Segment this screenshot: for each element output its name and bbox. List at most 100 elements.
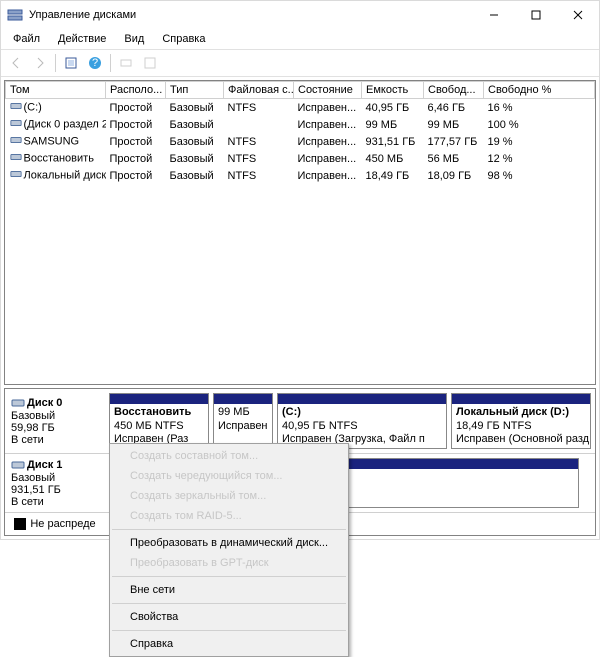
partition-bar (278, 394, 446, 404)
partition-title: (C:) (282, 406, 442, 419)
col-status[interactable]: Состояние (294, 82, 362, 99)
partition[interactable]: (C:)40,95 ГБ NTFSИсправен (Загрузка, Фай… (277, 393, 447, 449)
volumes-list[interactable]: Том Располо... Тип Файловая с... Состоян… (4, 80, 596, 385)
volume-capacity: 18,49 ГБ (362, 167, 424, 184)
volume-row[interactable]: (C:)ПростойБазовыйNTFSИсправен...40,95 Г… (6, 99, 595, 117)
context-menu-item[interactable]: Вне сети (110, 580, 348, 600)
volume-status: Исправен... (294, 150, 362, 167)
menu-action[interactable]: Действие (50, 31, 114, 47)
context-menu[interactable]: Создать составной том...Создать чередующ… (109, 443, 349, 657)
help-button[interactable]: ? (84, 52, 106, 74)
toolbar: ? (1, 49, 599, 77)
volume-free: 6,46 ГБ (424, 99, 484, 117)
col-fs[interactable]: Файловая с... (224, 82, 294, 99)
disk-management-window: Управление дисками Файл Действие Вид Спр… (0, 0, 600, 540)
volume-free: 177,57 ГБ (424, 133, 484, 150)
back-button (5, 52, 27, 74)
window-title: Управление дисками (29, 9, 473, 21)
disk-label[interactable]: Диск 1Базовый931,51 ГБВ сети (5, 454, 105, 512)
toolbar-sep (110, 54, 111, 72)
volume-layout: Простой (106, 116, 166, 133)
disk-status: В сети (11, 434, 99, 446)
volume-freepct: 12 % (484, 150, 595, 167)
volume-name: Локальный диск (... (24, 169, 106, 181)
partition[interactable]: Локальный диск (D:)18,49 ГБ NTFSИсправен… (451, 393, 591, 449)
volume-capacity: 99 МБ (362, 116, 424, 133)
legend-unallocated: Не распреде (30, 518, 95, 530)
volume-icon (10, 151, 22, 166)
volume-name: (C:) (24, 101, 42, 113)
col-free[interactable]: Свобод... (424, 82, 484, 99)
volume-fs: NTFS (224, 150, 294, 167)
partition-bar (110, 394, 208, 404)
partition[interactable]: Восстановить450 МБ NTFSИсправен (Раз (109, 393, 209, 449)
context-menu-item: Создать составной том... (110, 446, 348, 466)
menu-view[interactable]: Вид (116, 31, 152, 47)
volume-row[interactable]: (Диск 0 раздел 2)ПростойБазовыйИсправен.… (6, 116, 595, 133)
toolbar-sep (55, 54, 56, 72)
volume-icon (10, 100, 22, 115)
menu-file[interactable]: Файл (5, 31, 48, 47)
disk-name: Диск 1 (27, 459, 62, 471)
volume-name: SAMSUNG (24, 135, 80, 147)
context-menu-item[interactable]: Справка (110, 634, 348, 654)
partition[interactable]: 99 МБИсправен (213, 393, 273, 449)
volume-fs: NTFS (224, 133, 294, 150)
content-area: Том Располо... Тип Файловая с... Состоян… (1, 77, 599, 539)
disk-status: В сети (11, 496, 99, 508)
col-type[interactable]: Тип (166, 82, 224, 99)
volume-row[interactable]: Локальный диск (...ПростойБазовыйNTFSИсп… (6, 167, 595, 184)
partition-size: 450 МБ NTFS (114, 420, 204, 433)
partition-title: Восстановить (114, 406, 204, 419)
context-menu-item[interactable]: Преобразовать в динамический диск... (110, 533, 348, 553)
context-menu-item[interactable]: Свойства (110, 607, 348, 627)
volume-status: Исправен... (294, 133, 362, 150)
volume-capacity: 450 МБ (362, 150, 424, 167)
volume-freepct: 16 % (484, 99, 595, 117)
disk-icon (11, 396, 25, 410)
volume-fs (224, 116, 294, 133)
volume-status: Исправен... (294, 116, 362, 133)
volume-fs: NTFS (224, 99, 294, 117)
disk-size: 59,98 ГБ (11, 422, 99, 434)
volume-row[interactable]: ВосстановитьПростойБазовыйNTFSИсправен..… (6, 150, 595, 167)
volume-icon (10, 117, 22, 132)
context-menu-separator (112, 576, 346, 577)
volume-name: Восстановить (24, 152, 94, 164)
col-freepct[interactable]: Свободно % (484, 82, 595, 99)
legend-swatch (14, 518, 26, 530)
volume-type: Базовый (166, 116, 224, 133)
app-icon (7, 7, 23, 23)
close-button[interactable] (557, 1, 599, 29)
partition-size: 40,95 ГБ NTFS (282, 420, 442, 433)
volume-capacity: 40,95 ГБ (362, 99, 424, 117)
volume-type: Базовый (166, 133, 224, 150)
volume-row[interactable]: SAMSUNGПростойБазовыйNTFSИсправен...931,… (6, 133, 595, 150)
col-layout[interactable]: Располо... (106, 82, 166, 99)
partition-bar (214, 394, 272, 404)
volume-status: Исправен... (294, 99, 362, 117)
menu-help[interactable]: Справка (154, 31, 213, 47)
col-volume[interactable]: Том (6, 82, 106, 99)
disk-label[interactable]: Диск 0Базовый59,98 ГБВ сети (5, 389, 105, 453)
context-menu-item: Создать том RAID-5... (110, 506, 348, 526)
maximize-button[interactable] (515, 1, 557, 29)
context-menu-item: Преобразовать в GPT-диск (110, 553, 348, 573)
col-capacity[interactable]: Емкость (362, 82, 424, 99)
volume-layout: Простой (106, 150, 166, 167)
volume-fs: NTFS (224, 167, 294, 184)
volume-freepct: 98 % (484, 167, 595, 184)
volume-status: Исправен... (294, 167, 362, 184)
disk-type: Базовый (11, 410, 99, 422)
partition-size: 18,49 ГБ NTFS (456, 420, 586, 433)
minimize-button[interactable] (473, 1, 515, 29)
context-menu-item: Создать чередующийся том... (110, 466, 348, 486)
partition-bar (452, 394, 590, 404)
forward-button (29, 52, 51, 74)
toolbar-extra-1 (115, 52, 137, 74)
volume-type: Базовый (166, 99, 224, 117)
column-headers[interactable]: Том Располо... Тип Файловая с... Состоян… (6, 82, 595, 99)
disk-type: Базовый (11, 472, 99, 484)
refresh-button[interactable] (60, 52, 82, 74)
context-menu-separator (112, 630, 346, 631)
